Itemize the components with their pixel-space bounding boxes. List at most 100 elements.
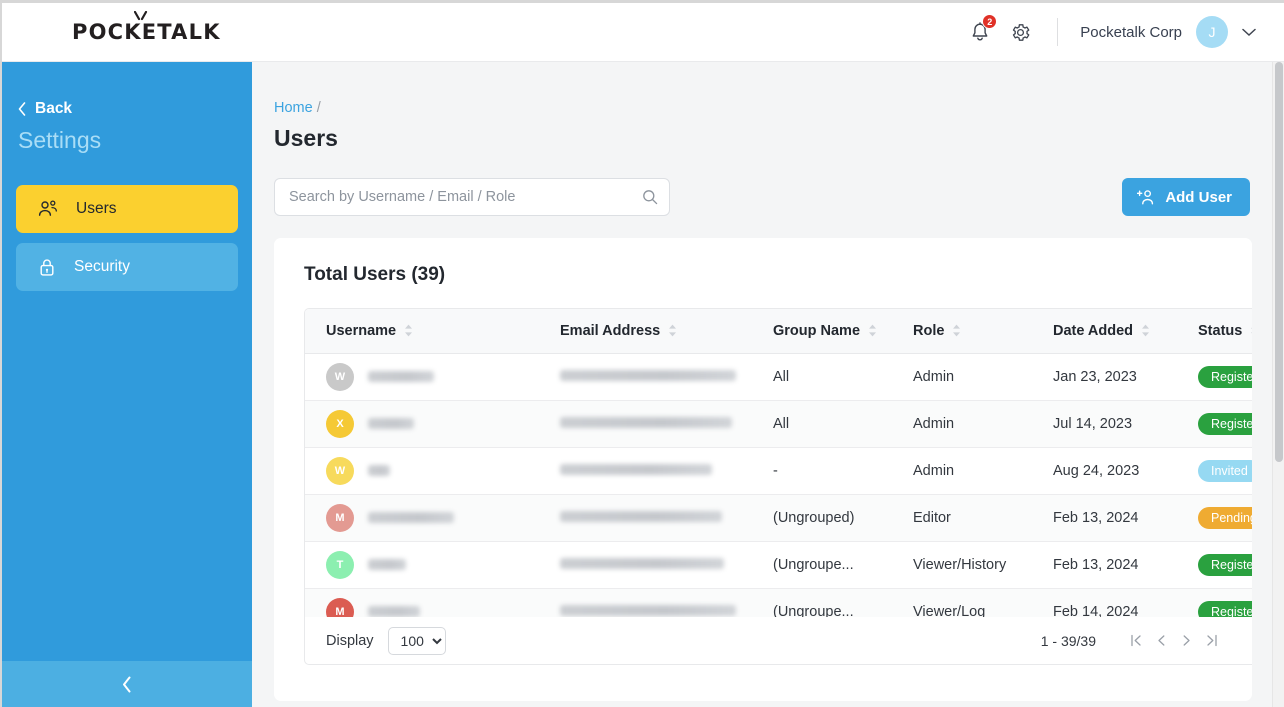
sidebar-title: Settings [18, 127, 102, 153]
cell-username: T [305, 541, 539, 589]
status-badge: Registered [1198, 365, 1252, 388]
column-label: Status [1198, 322, 1243, 339]
status-badge: Registered [1198, 412, 1252, 435]
next-page-button[interactable] [1174, 628, 1199, 654]
avatar: W [326, 362, 354, 391]
cell-username: W [305, 447, 539, 495]
previous-page-button[interactable] [1149, 628, 1174, 654]
username-value [368, 371, 434, 382]
cell-email [539, 541, 752, 589]
page-size-select[interactable]: 102550100 [387, 626, 446, 655]
sidebar-nav: Users Security [16, 185, 238, 291]
users-card: Total Users (39) Username Email Address … [274, 238, 1252, 701]
column-header-username[interactable]: Username [305, 309, 539, 354]
sidebar-item-users[interactable]: Users [16, 185, 238, 233]
column-label: Group Name [773, 322, 861, 339]
main-content: Home / Users Add User [252, 62, 1272, 707]
last-page-button[interactable] [1199, 628, 1224, 654]
column-label: Username [326, 322, 397, 339]
search-input[interactable] [274, 178, 670, 216]
table-row[interactable]: T (Ungroupe... Viewer/History Feb 13, 2024 R… [305, 541, 1252, 589]
settings-button[interactable] [1003, 15, 1037, 49]
cell-role: Admin [892, 400, 1032, 448]
cell-status: Pending [1177, 494, 1252, 542]
user-avatar[interactable]: J [1196, 16, 1228, 48]
cell-status: Registered [1177, 588, 1252, 619]
users-icon [38, 200, 57, 216]
column-header-date-added[interactable]: Date Added [1032, 309, 1177, 354]
table-header: Username Email Address Group Name Role D… [305, 309, 1252, 354]
scrollbar-thumb[interactable] [1275, 62, 1283, 462]
cell-group-name: (Ungroupe... [752, 588, 892, 619]
cell-email [539, 588, 752, 619]
table-row[interactable]: X AllAdminJul 14, 2023 Registered [305, 400, 1252, 448]
username-value [368, 559, 406, 570]
back-button[interactable]: Back [18, 100, 252, 118]
sort-icon [953, 324, 961, 337]
column-header-status[interactable]: Status [1177, 309, 1252, 354]
column-header-email[interactable]: Email Address [539, 309, 752, 354]
add-user-label: Add User [1165, 188, 1232, 206]
username-value [368, 606, 420, 617]
page-scrollbar[interactable] [1272, 62, 1284, 707]
sort-icon [669, 324, 677, 337]
username-value [368, 512, 454, 523]
page-title: Users [274, 125, 338, 151]
sidebar-item-label: Security [74, 258, 130, 275]
table-row[interactable]: W - Admin Aug 24, 2023 Invited [305, 447, 1252, 495]
email-value [560, 416, 732, 428]
gear-icon [1012, 23, 1030, 41]
breadcrumb-separator: / [316, 100, 321, 116]
display-label: Display [326, 632, 374, 649]
column-header-group-name[interactable]: Group Name [752, 309, 892, 354]
cell-group-name: All [752, 400, 892, 448]
logo-text: POCKETALK [72, 20, 221, 44]
email-value [560, 510, 722, 522]
table-row[interactable]: M (Ungroupe... Viewer/Log Feb 14, 2024 Regis… [305, 588, 1252, 619]
avatar: X [326, 409, 354, 438]
cell-username: X [305, 400, 539, 448]
chevron-right-icon [1183, 635, 1190, 646]
chevron-left-icon [18, 102, 26, 116]
email-value [560, 369, 736, 381]
cell-username: W [305, 353, 539, 401]
table-row[interactable]: W AllAdminJan 23, 2023 Registered [305, 353, 1252, 401]
sidebar-item-security[interactable]: Security [16, 243, 238, 291]
cell-date-added: Jul 14, 2023 [1032, 400, 1177, 448]
cell-email [539, 447, 752, 495]
first-page-icon [1131, 634, 1141, 647]
username-value [368, 418, 414, 429]
cell-date-added: Feb 13, 2024 [1032, 494, 1177, 542]
search-icon[interactable] [642, 189, 658, 210]
pocketalk-logo[interactable]: POCKETALK [72, 11, 221, 44]
cell-role: Admin [892, 353, 1032, 401]
notifications-button[interactable]: 2 [963, 14, 998, 49]
column-header-role[interactable]: Role [892, 309, 1032, 354]
cell-status: Registered [1177, 353, 1252, 401]
avatar: T [326, 550, 354, 579]
cell-group-name: (Ungrouped) [752, 494, 892, 542]
cell-email [539, 353, 752, 401]
column-label: Date Added [1053, 322, 1134, 339]
cell-date-added: Feb 14, 2024 [1032, 588, 1177, 619]
cell-date-added: Jan 23, 2023 [1032, 353, 1177, 401]
sidebar-item-label: Users [76, 200, 117, 217]
cell-username: M [305, 494, 539, 542]
lock-icon [40, 258, 54, 276]
avatar: W [326, 456, 354, 485]
sidebar-collapse-button[interactable] [2, 661, 252, 707]
cell-group-name: - [752, 447, 892, 495]
chevron-down-icon [1242, 28, 1256, 36]
table-row[interactable]: M (Ungrouped)EditorFeb 13, 2024 Pending [305, 494, 1252, 542]
first-page-button[interactable] [1124, 628, 1149, 654]
breadcrumb-home-link[interactable]: Home [274, 100, 313, 116]
users-table-scroll[interactable]: Username Email Address Group Name Role D… [304, 308, 1252, 620]
last-page-icon [1207, 634, 1217, 647]
organization-name: Pocketalk Corp [1080, 23, 1182, 41]
table-footer: Display 102550100 1 - 39/39 [304, 617, 1252, 665]
add-user-button[interactable]: Add User [1122, 178, 1250, 216]
cell-role: Admin [892, 447, 1032, 495]
account-menu-button[interactable] [1242, 28, 1256, 37]
sort-icon [1142, 324, 1150, 337]
email-value [560, 463, 712, 475]
